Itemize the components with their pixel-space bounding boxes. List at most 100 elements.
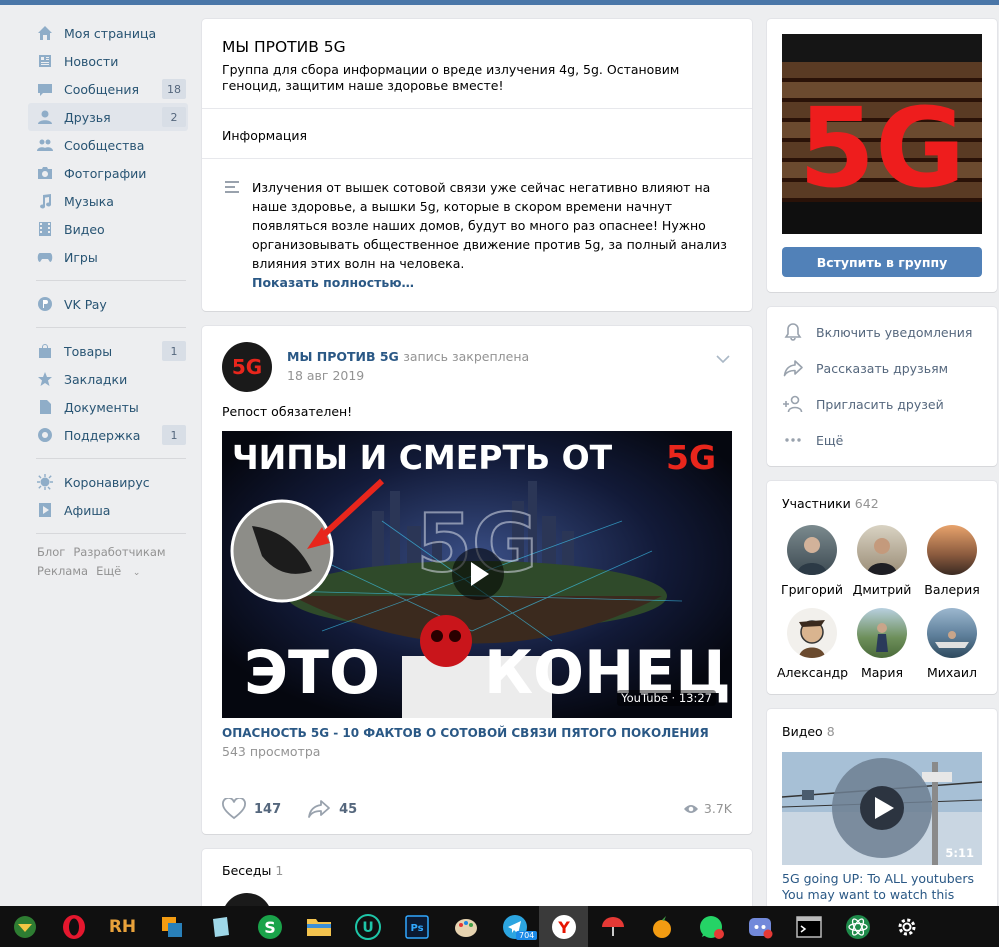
enable-notifications-button[interactable]: Включить уведомления xyxy=(782,322,972,342)
sidebar-item-my-page[interactable]: Моя страница xyxy=(28,19,188,47)
chevron-down-icon[interactable] xyxy=(716,352,730,366)
tool-app-icon xyxy=(13,915,36,938)
tell-friends-button[interactable]: Рассказать друзьям xyxy=(782,358,948,378)
sidebar-item-photos[interactable]: Фотографии xyxy=(28,159,188,187)
videos-title[interactable]: Видео 8 xyxy=(782,724,835,739)
member-name: Григорий xyxy=(780,582,844,597)
telegram-unread-badge: 704 xyxy=(516,931,538,940)
taskbar-terminal[interactable] xyxy=(784,906,833,947)
music-icon xyxy=(36,192,54,210)
virus-icon xyxy=(36,473,54,491)
more-actions-button[interactable]: Ещё xyxy=(782,430,843,450)
taskbar-app-s[interactable]: S xyxy=(245,906,294,947)
footer-link-more[interactable]: Ещё ⌄ xyxy=(96,564,148,578)
taskbar-telegram[interactable]: 704 xyxy=(490,906,539,947)
post-date[interactable]: 18 авг 2019 xyxy=(287,368,364,383)
member-item[interactable]: Григорий xyxy=(777,525,847,597)
invite-friends-button[interactable]: Пригласить друзей xyxy=(782,394,944,414)
sidebar-item-support[interactable]: Поддержка 1 xyxy=(28,421,188,449)
video-views: 543 просмотра xyxy=(222,744,321,759)
vkpay-icon xyxy=(36,295,54,313)
sidebar-item-video[interactable]: Видео xyxy=(28,215,188,243)
sidebar-item-afisha[interactable]: Афиша xyxy=(28,496,188,524)
taskbar-discord[interactable] xyxy=(735,906,784,947)
join-group-button[interactable]: Вступить в группу xyxy=(782,247,982,277)
chats-title[interactable]: Беседы 1 xyxy=(222,863,283,878)
taskbar-paint[interactable] xyxy=(441,906,490,947)
taskbar-whatsapp[interactable] xyxy=(686,906,735,947)
taskbar-app-5[interactable] xyxy=(196,906,245,947)
sidebar-item-documents[interactable]: Документы xyxy=(28,393,188,421)
members-title[interactable]: Участники 642 xyxy=(782,496,879,511)
sidebar-item-vkpay[interactable]: VK Pay xyxy=(28,290,188,318)
photos-icon xyxy=(36,164,54,182)
group-cover-image[interactable]: 5G xyxy=(782,34,982,234)
page-title: МЫ ПРОТИВ 5G xyxy=(222,38,346,56)
sidebar-item-news[interactable]: Новости xyxy=(28,47,188,75)
sidebar-item-label: Новости xyxy=(64,53,119,69)
messages-count-badge: 18 xyxy=(162,79,186,99)
taskbar-settings[interactable] xyxy=(882,906,931,947)
footer-link-developers[interactable]: Разработчикам xyxy=(73,545,165,559)
video-thumbnail-art: 5G ЧИПЫ И СМЕРТЬ ОТ 5G ЭТО КОНЕЦ xyxy=(222,431,732,718)
member-item[interactable]: Мария xyxy=(847,608,917,680)
post-view-count: 3.7K xyxy=(703,801,732,816)
eye-icon xyxy=(683,804,698,813)
avatar xyxy=(857,608,907,658)
taskbar-rh[interactable]: RH xyxy=(98,906,147,947)
share-icon xyxy=(783,360,803,377)
taskbar-app-4[interactable] xyxy=(147,906,196,947)
taskbar-app-u[interactable]: U xyxy=(343,906,392,947)
taskbar-app-1[interactable] xyxy=(0,906,49,947)
umbrella-icon xyxy=(601,916,624,936)
discord-icon xyxy=(748,917,772,938)
video-item-title[interactable]: 5G going UP: To ALL youtubers You may wa… xyxy=(782,871,987,903)
pinned-post: 5G МЫ ПРОТИВ 5G запись закреплена 18 авг… xyxy=(202,326,752,834)
windows-taskbar: RH S U Ps 704 Y xyxy=(0,906,999,947)
sidebar-item-coronavirus[interactable]: Коронавирус xyxy=(28,468,188,496)
post-author-line: МЫ ПРОТИВ 5G запись закреплена xyxy=(287,349,529,364)
video-thumbnail[interactable]: 5G ЧИПЫ И СМЕРТЬ ОТ 5G ЭТО КОНЕЦ YouTube… xyxy=(222,431,732,718)
sidebar-divider xyxy=(36,280,186,281)
member-item[interactable]: Валерия xyxy=(917,525,987,597)
play-circle-icon xyxy=(36,501,54,519)
taskbar-opera[interactable] xyxy=(49,906,98,947)
video-item-thumbnail[interactable]: 5:11 xyxy=(782,752,982,865)
like-button[interactable]: 147 xyxy=(222,798,281,820)
footer-link-blog[interactable]: Блог xyxy=(37,545,65,559)
sidebar-item-messages[interactable]: Сообщения 18 xyxy=(28,75,188,103)
sidebar-item-market[interactable]: Товары 1 xyxy=(28,337,188,365)
taskbar-app-13[interactable] xyxy=(588,906,637,947)
show-more-link[interactable]: Показать полностью… xyxy=(252,275,414,290)
avatar xyxy=(787,525,837,575)
taskbar-photoshop[interactable]: Ps xyxy=(392,906,441,947)
member-item[interactable]: Дмитрий xyxy=(847,525,917,597)
post-author-avatar[interactable]: 5G xyxy=(222,342,272,392)
sidebar-item-communities[interactable]: Сообщества xyxy=(28,131,188,159)
post-author-link[interactable]: МЫ ПРОТИВ 5G xyxy=(287,349,399,364)
taskbar-fl-studio[interactable] xyxy=(637,906,686,947)
members-card: Участники 642 Григорий Дмитрий Валерия Ал… xyxy=(767,481,997,694)
sidebar-item-games[interactable]: Игры xyxy=(28,243,188,271)
avatar xyxy=(927,608,977,658)
taskbar-atom[interactable] xyxy=(833,906,882,947)
sidebar-item-label: Коронавирус xyxy=(64,474,150,490)
sidebar-item-music[interactable]: Музыка xyxy=(28,187,188,215)
s-app-icon: S xyxy=(257,914,282,939)
member-item[interactable]: Михаил xyxy=(917,608,987,680)
whatsapp-icon xyxy=(699,915,724,939)
share-button[interactable]: 45 xyxy=(307,798,357,820)
sidebar-item-bookmarks[interactable]: Закладки xyxy=(28,365,188,393)
action-label: Ещё xyxy=(816,432,844,448)
member-item[interactable]: Александр xyxy=(777,608,848,680)
taskbar-explorer[interactable] xyxy=(294,906,343,947)
fruit-icon xyxy=(652,915,671,938)
taskbar-yandex-browser[interactable]: Y xyxy=(539,906,588,947)
sidebar-item-friends[interactable]: Друзья 2 xyxy=(28,103,188,131)
support-icon xyxy=(36,426,54,444)
news-icon xyxy=(36,52,54,70)
video-title-link[interactable]: ОПАСНОСТЬ 5G - 10 ФАКТОВ О СОТОВОЙ СВЯЗИ… xyxy=(222,726,709,740)
footer-link-ads[interactable]: Реклама xyxy=(37,564,88,578)
sidebar-item-label: Друзья xyxy=(64,109,111,125)
communities-icon xyxy=(36,136,54,154)
